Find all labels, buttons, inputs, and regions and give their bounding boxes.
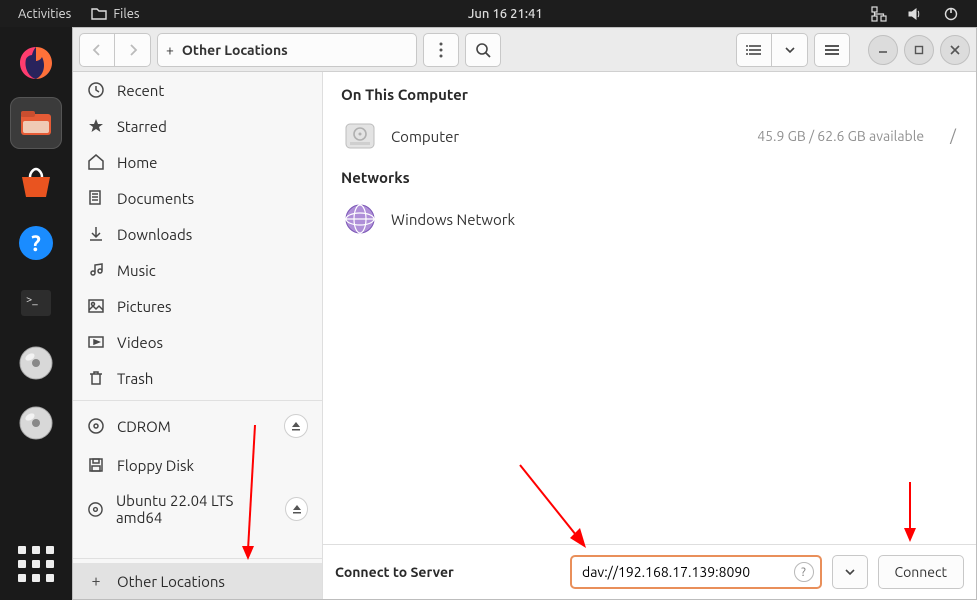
top-panel: Activities Files Jun 16 21:41 [0, 0, 977, 27]
dock-software[interactable] [10, 157, 62, 209]
power-tray-icon[interactable] [933, 6, 969, 22]
sidebar-label: Recent [117, 82, 164, 99]
sidebar-item-downloads[interactable]: Downloads [73, 216, 322, 252]
dock-disc-2[interactable] [10, 397, 62, 449]
folder-icon [91, 6, 107, 22]
files-window: + Other Locations [72, 27, 977, 600]
row-computer[interactable]: Computer 45.9 GB / 62.6 GB available / [341, 111, 958, 161]
dock-disc-1[interactable] [10, 337, 62, 389]
forward-button[interactable] [115, 33, 151, 67]
downloads-icon [87, 225, 105, 243]
eject-button[interactable] [284, 414, 308, 438]
sidebar-item-ubuntu[interactable]: Ubuntu 22.04 LTS amd64 [73, 483, 322, 535]
sidebar-item-recent[interactable]: Recent [73, 72, 322, 108]
documents-icon [87, 189, 105, 207]
sidebar-item-documents[interactable]: Documents [73, 180, 322, 216]
row-windows-network[interactable]: Windows Network [341, 194, 958, 244]
search-button[interactable] [465, 33, 501, 67]
sidebar-separator [73, 400, 322, 401]
sidebar-label: Documents [117, 190, 194, 207]
back-button[interactable] [79, 33, 115, 67]
connect-button-label: Connect [895, 564, 948, 580]
drive-icon [343, 119, 377, 153]
svg-text:>_: >_ [26, 294, 38, 306]
sidebar-label: Trash [117, 370, 153, 387]
connect-label: Connect to Server [335, 564, 560, 580]
app-menu[interactable]: Files [81, 6, 149, 22]
clock[interactable]: Jun 16 21:41 [458, 7, 553, 21]
plus-icon: + [166, 42, 174, 58]
location-label: Other Locations [182, 42, 288, 58]
recent-servers-button[interactable] [832, 555, 868, 589]
sidebar-label: Ubuntu 22.04 LTS amd64 [116, 492, 273, 526]
sidebar-item-starred[interactable]: Starred [73, 108, 322, 144]
section-networks: Networks [341, 169, 958, 186]
dock-files[interactable] [10, 97, 62, 149]
sidebar-label: Music [117, 262, 156, 279]
sidebar-label: Starred [117, 118, 167, 135]
sidebar-label: Downloads [117, 226, 192, 243]
disc-icon [87, 417, 105, 435]
sidebar-item-home[interactable]: Home [73, 144, 322, 180]
network-tray-icon[interactable] [861, 6, 897, 22]
network-icon [343, 202, 377, 236]
sidebar-item-cdrom[interactable]: CDROM [73, 405, 322, 447]
location-button[interactable]: + Other Locations [157, 33, 417, 67]
music-icon [87, 261, 105, 279]
sidebar-item-other-locations[interactable]: + Other Locations [73, 563, 322, 599]
headerbar: + Other Locations [73, 28, 976, 72]
close-button[interactable] [940, 35, 970, 65]
list-view-button[interactable] [736, 33, 772, 67]
floppy-icon [87, 456, 105, 474]
server-address-wrap: ? [570, 555, 822, 589]
sidebar-item-pictures[interactable]: Pictures [73, 288, 322, 324]
maximize-button[interactable] [904, 35, 934, 65]
sidebar-item-trash[interactable]: Trash [73, 360, 322, 396]
sidebar-separator [73, 558, 322, 559]
trash-icon [87, 369, 105, 387]
sidebar-item-floppy[interactable]: Floppy Disk [73, 447, 322, 483]
sidebar-label: Videos [117, 334, 163, 351]
content-pane: On This Computer Computer 45.9 GB / 62.6… [323, 72, 976, 599]
sidebar-label: Other Locations [117, 573, 225, 590]
star-icon [87, 117, 105, 135]
minimize-button[interactable] [868, 35, 898, 65]
videos-icon [87, 333, 105, 351]
dock: ? >_ [0, 27, 72, 600]
svg-text:?: ? [31, 231, 41, 256]
app-menu-label: Files [113, 7, 139, 21]
pictures-icon [87, 297, 105, 315]
row-mount: / [950, 127, 956, 145]
eject-button[interactable] [285, 497, 308, 521]
sidebar-label: Pictures [117, 298, 172, 315]
home-icon [87, 153, 105, 171]
dock-show-apps[interactable] [18, 546, 54, 582]
hamburger-menu-button[interactable] [814, 33, 850, 67]
sidebar: Recent Starred Home Documents Downloads … [73, 72, 323, 599]
clock-icon [87, 81, 105, 99]
dock-help[interactable]: ? [10, 217, 62, 269]
activities-button[interactable]: Activities [8, 7, 81, 21]
view-menu-button[interactable] [423, 33, 459, 67]
dock-terminal[interactable]: >_ [10, 277, 62, 329]
sidebar-item-videos[interactable]: Videos [73, 324, 322, 360]
sidebar-label: Home [117, 154, 157, 171]
row-label: Windows Network [391, 211, 515, 228]
row-label: Computer [391, 128, 459, 145]
sidebar-item-music[interactable]: Music [73, 252, 322, 288]
connect-to-server-bar: Connect to Server ? Connect [323, 544, 976, 599]
connect-button[interactable]: Connect [878, 555, 965, 589]
section-on-this-computer: On This Computer [341, 86, 958, 103]
disc-icon [87, 500, 104, 518]
sidebar-label: Floppy Disk [117, 457, 194, 474]
dock-firefox[interactable] [10, 37, 62, 89]
server-address-input[interactable] [582, 564, 794, 580]
help-icon[interactable]: ? [794, 562, 814, 582]
sidebar-label: CDROM [117, 418, 171, 435]
view-options-button[interactable] [772, 33, 808, 67]
row-meta: 45.9 GB / 62.6 GB available [757, 128, 924, 144]
plus-icon: + [87, 572, 105, 590]
volume-tray-icon[interactable] [897, 6, 933, 22]
